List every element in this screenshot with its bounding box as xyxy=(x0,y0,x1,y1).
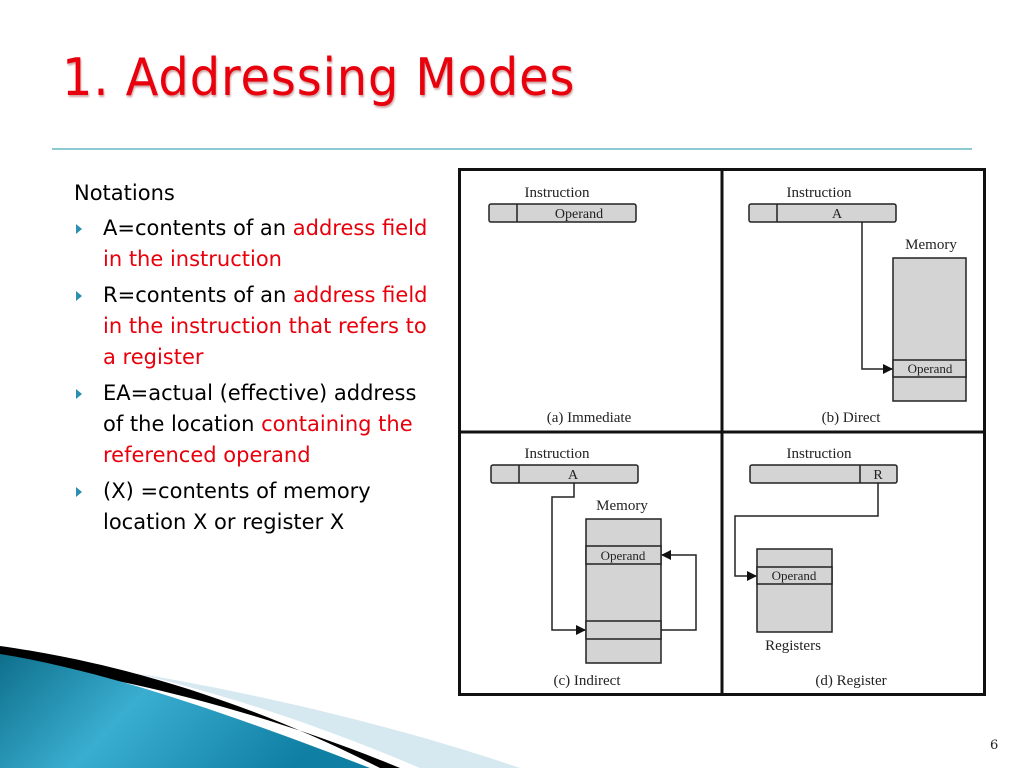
instruction-label: Instruction xyxy=(787,446,852,462)
pointer-arrow xyxy=(861,222,893,374)
decorative-swoosh xyxy=(0,646,520,768)
indirect-arrow xyxy=(661,550,697,631)
svg-text:Operand: Operand xyxy=(908,361,953,376)
pointer-arrow xyxy=(551,483,586,635)
caption-immediate: (a) Immediate xyxy=(547,410,632,426)
notation-item-a: A=contents of an address field in the in… xyxy=(74,213,434,275)
instruction-box xyxy=(748,203,897,223)
notation-term: R xyxy=(103,283,118,307)
notation-term: A xyxy=(103,216,118,240)
instruction-label: Instruction xyxy=(787,185,852,201)
caption-direct: (b) Direct xyxy=(822,410,882,426)
panel-direct: Instruction A Memory Operand (b) Direct xyxy=(748,185,967,426)
instruction-label: Instruction xyxy=(525,446,590,462)
triangle-bullet-icon xyxy=(76,291,82,301)
register-field: R xyxy=(873,468,883,483)
triangle-bullet-icon xyxy=(76,389,82,399)
notation-item-x: (X) =contents of memory location X or re… xyxy=(74,476,434,538)
operand-field: Operand xyxy=(555,207,603,222)
address-field: A xyxy=(832,207,843,222)
notation-text: =contents of memory location X or regist… xyxy=(103,479,371,534)
address-field: A xyxy=(568,468,579,483)
notation-item-ea: EA=actual (effective) address of the loc… xyxy=(74,378,434,471)
notation-item-r: R=contents of an address field in the in… xyxy=(74,280,434,373)
addressing-diagram: Instruction Operand (a) Immediate Instru… xyxy=(461,171,983,693)
addressing-modes-figure: Instruction Operand (a) Immediate Instru… xyxy=(458,168,986,696)
memory-label: Memory xyxy=(905,237,957,253)
memory-label: Memory xyxy=(596,498,648,514)
panel-immediate: Instruction Operand (a) Immediate xyxy=(488,185,637,426)
notations-heading: Notations xyxy=(74,181,175,205)
instruction-box xyxy=(490,464,639,484)
notation-term: EA xyxy=(103,381,131,405)
notations-list: Notations A=contents of an address field… xyxy=(74,178,434,543)
notation-text: =contents of an xyxy=(117,216,287,240)
title-underline xyxy=(52,148,972,150)
svg-text:Operand: Operand xyxy=(772,568,817,583)
registers-block xyxy=(756,548,833,633)
notation-text: =contents of an xyxy=(117,283,287,307)
triangle-bullet-icon xyxy=(76,224,82,234)
page-number: 6 xyxy=(990,738,999,753)
memory-block xyxy=(892,257,967,402)
pointer-cell xyxy=(585,620,662,640)
instruction-label: Instruction xyxy=(525,185,590,201)
notation-term: (X) xyxy=(103,479,134,503)
slide-title: 1. Addressing Modes xyxy=(62,48,576,108)
svg-text:Operand: Operand xyxy=(601,548,646,563)
triangle-bullet-icon xyxy=(76,487,82,497)
